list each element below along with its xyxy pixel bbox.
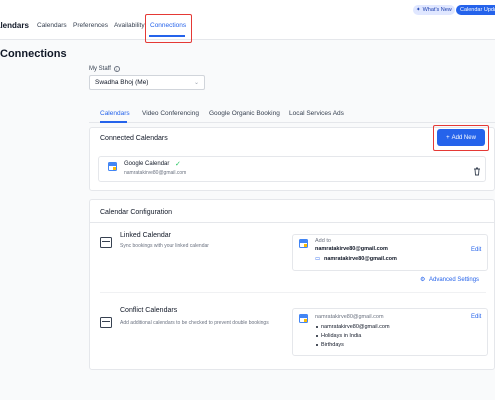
page-title: Connections bbox=[0, 48, 67, 60]
conflict-calendars-desc: Add additional calendars to be checked t… bbox=[120, 320, 269, 326]
conflict-calendars-box: namratakirve80@gmail.com namratakirve80@… bbox=[292, 308, 488, 356]
active-subtab-indicator bbox=[100, 121, 127, 123]
advanced-settings-link[interactable]: Advanced Settings bbox=[429, 277, 479, 283]
google-calendar-email: namratakirve80@gmail.com bbox=[124, 170, 187, 176]
megaphone-icon: ✦ bbox=[416, 7, 421, 13]
calendar-configuration-card: Calendar Configuration Linked Calendar S… bbox=[89, 199, 495, 370]
tab-availability[interactable]: Availability bbox=[114, 22, 145, 29]
staff-select[interactable]: Swadha Bhoj (Me) ⌄ bbox=[89, 75, 205, 90]
conflict-calendar-icon bbox=[100, 317, 112, 328]
tab-preferences[interactable]: Preferences bbox=[73, 22, 108, 29]
staff-select-value: Swadha Bhoj (Me) bbox=[95, 79, 149, 86]
chevron-down-icon: ⌄ bbox=[193, 80, 199, 86]
connected-calendars-title: Connected Calendars bbox=[100, 135, 168, 142]
top-navigation: alendars Calendars Preferences Availabil… bbox=[0, 0, 495, 43]
google-calendar-name: Google Calendar bbox=[124, 161, 170, 167]
tab-calendars[interactable]: Calendars bbox=[37, 22, 67, 29]
linked-calendar-desc: Sync bookings with your linked calendar bbox=[120, 243, 209, 249]
linked-calendar-box: Add to namratakirve80@gmail.com ▭ namrat… bbox=[292, 234, 488, 271]
list-item: Birthdays bbox=[315, 342, 390, 348]
staff-label: My Staff i bbox=[89, 66, 120, 72]
linked-calendar-title: Linked Calendar bbox=[120, 232, 171, 239]
calendar-configuration-title: Calendar Configuration bbox=[100, 209, 172, 216]
calendar-update-button[interactable]: Calendar Updat bbox=[456, 5, 495, 15]
check-icon: ✓ bbox=[175, 161, 181, 168]
subtab-local-services-ads[interactable]: Local Services Ads bbox=[289, 110, 344, 117]
conflict-account-email: namratakirve80@gmail.com bbox=[315, 314, 384, 320]
subtab-google-organic-booking[interactable]: Google Organic Booking bbox=[209, 110, 280, 117]
add-to-email: namratakirve80@gmail.com bbox=[315, 246, 388, 252]
google-calendar-icon bbox=[299, 314, 308, 323]
gear-icon[interactable]: ⚙ bbox=[420, 276, 425, 283]
subtab-calendars[interactable]: Calendars bbox=[100, 110, 130, 117]
highlight-connections-tab bbox=[145, 14, 192, 43]
whats-new-label: What's New bbox=[422, 7, 452, 13]
trash-icon[interactable] bbox=[473, 163, 481, 181]
linked-edit-link[interactable]: Edit bbox=[471, 247, 481, 253]
list-item: Holidays in India bbox=[315, 333, 390, 339]
info-icon[interactable]: i bbox=[113, 66, 120, 72]
google-calendar-row: Google Calendar ✓ namratakirve80@gmail.c… bbox=[98, 156, 486, 182]
calendar-small-icon: ▭ bbox=[315, 256, 321, 262]
subtab-video-conferencing[interactable]: Video Conferencing bbox=[142, 110, 199, 117]
google-calendar-icon bbox=[299, 239, 308, 248]
conflict-edit-link[interactable]: Edit bbox=[471, 314, 481, 320]
section-divider bbox=[100, 292, 486, 293]
config-divider bbox=[90, 222, 495, 223]
conflict-calendar-list: namratakirve80@gmail.com Holidays in Ind… bbox=[315, 324, 390, 351]
add-to-label: Add to bbox=[315, 238, 331, 244]
highlight-add-new bbox=[433, 125, 489, 151]
subtabs-divider bbox=[89, 122, 495, 123]
app-title: alendars bbox=[0, 21, 29, 30]
conflict-calendars-title: Conflict Calendars bbox=[120, 307, 178, 314]
calendar-email: namratakirve80@gmail.com bbox=[324, 256, 397, 262]
staff-label-text: My Staff bbox=[89, 66, 111, 72]
list-item: namratakirve80@gmail.com bbox=[315, 324, 390, 330]
whats-new-button[interactable]: ✦ What's New bbox=[413, 5, 455, 15]
google-calendar-icon bbox=[108, 162, 117, 171]
linked-calendar-icon bbox=[100, 237, 112, 248]
